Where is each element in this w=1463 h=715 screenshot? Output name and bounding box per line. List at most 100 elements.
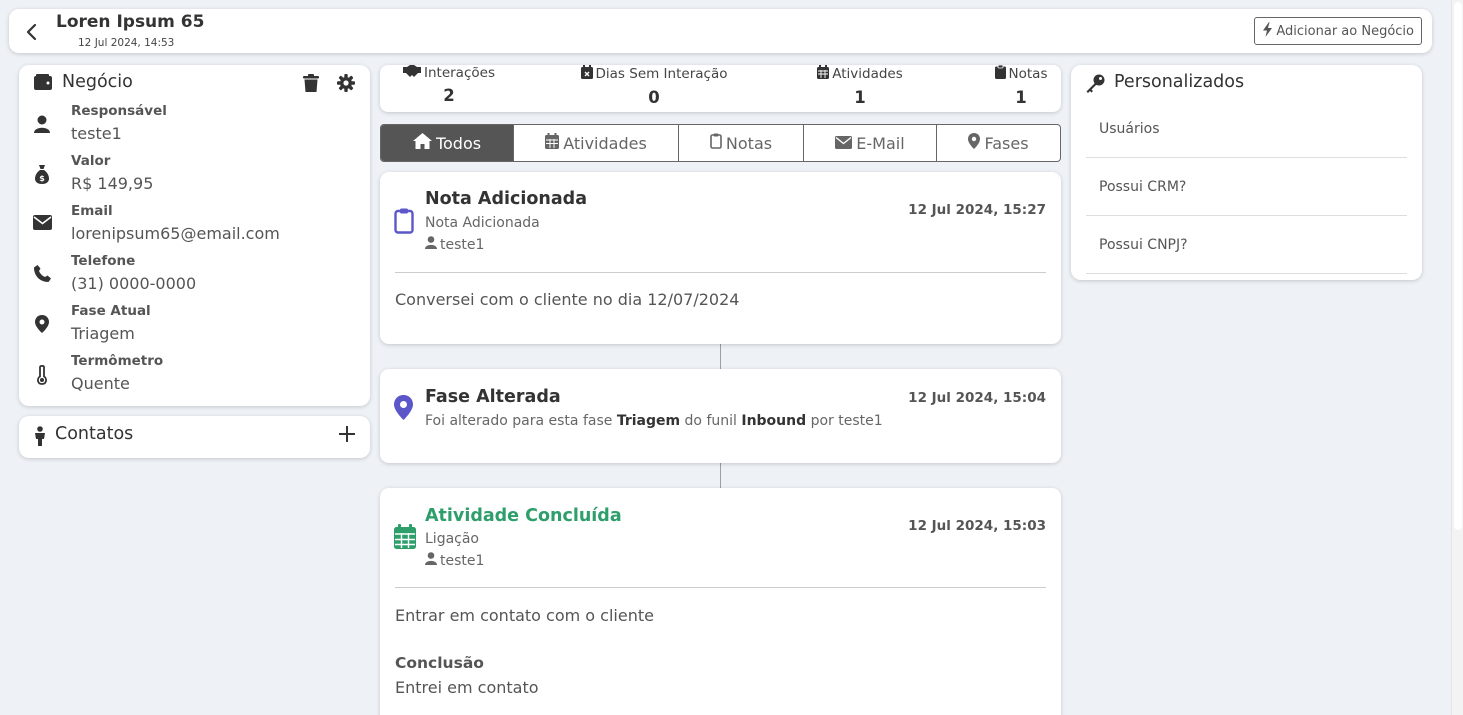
phone-icon — [31, 265, 53, 282]
custom-field-row[interactable]: Possui CNPJ? — [1086, 216, 1407, 274]
stat-notas: Notas 1 — [986, 64, 1056, 107]
tab-email[interactable]: E-Mail — [804, 125, 937, 161]
stat-value: 2 — [443, 86, 455, 105]
money-bag-icon: $ — [31, 165, 53, 184]
timeline-item-body: Entrar em contato com o cliente — [395, 606, 654, 625]
stat-atividades: Atividades 1 — [810, 65, 910, 107]
field-value: Quente — [71, 374, 130, 393]
user-icon — [31, 115, 53, 133]
custom-field-label: Possui CRM? — [1099, 179, 1187, 195]
timeline-item-phase-change: Fase Alterada Foi alterado para esta fas… — [380, 369, 1061, 463]
timeline-item-user: teste1 — [425, 236, 484, 253]
tab-label: Todos — [435, 133, 482, 153]
stat-value: 1 — [854, 88, 866, 107]
timeline-item-title: Nota Adicionada — [425, 189, 588, 209]
tab-notas[interactable]: Notas — [679, 125, 804, 161]
tab-label: Fases — [984, 133, 1029, 153]
custom-fields-card: Personalizados Usuários Possui CRM? Poss… — [1071, 65, 1422, 280]
field-label: Responsável — [71, 103, 167, 119]
key-icon — [1086, 74, 1105, 97]
timeline-item-activity: Atividade Concluída Ligação teste1 12 Ju… — [380, 488, 1061, 715]
divider — [395, 587, 1046, 588]
scrollbar-thumb[interactable] — [1454, 2, 1462, 530]
user-name: teste1 — [440, 236, 485, 253]
field-label: Termômetro — [71, 353, 164, 369]
tab-atividades[interactable]: Atividades — [514, 125, 679, 161]
field-fase-atual: Fase Atual Triagem — [31, 303, 361, 351]
contacts-card[interactable]: Contatos — [19, 416, 370, 458]
add-to-deal-label: Adicionar ao Negócio — [1276, 23, 1414, 39]
page-subtitle-date: 12 Jul 2024, 14:53 — [78, 37, 175, 49]
svg-text:$: $ — [39, 174, 45, 183]
thermometer-icon — [31, 365, 53, 385]
calendar-icon — [394, 524, 416, 553]
timeline-item-description: Foi alterado para esta fase Triagem do f… — [425, 413, 883, 429]
conclusion-label: Conclusão — [395, 654, 484, 672]
custom-field-row[interactable]: Possui CRM? — [1086, 158, 1407, 216]
stats-bar: Interações 2 Dias Sem Interação 0 Ativid… — [380, 64, 1061, 112]
desc-text: por teste1 — [810, 413, 883, 429]
stat-value: 1 — [1015, 88, 1027, 107]
contacts-title: Contatos — [55, 424, 134, 444]
calendar-icon — [545, 133, 560, 153]
deal-card-title: Negócio — [62, 72, 133, 92]
back-arrow-icon[interactable] — [21, 21, 43, 43]
page-header: Loren Ipsum 65 12 Jul 2024, 14:53 Adicio… — [9, 9, 1432, 53]
phase-name: Triagem — [616, 413, 681, 429]
field-responsavel: Responsável teste1 — [31, 103, 361, 151]
timeline-item-subtitle: Nota Adicionada — [425, 215, 540, 231]
desc-text: Foi alterado para esta fase — [425, 413, 613, 429]
handshake-icon — [403, 65, 421, 81]
custom-field-label: Usuários — [1099, 121, 1160, 137]
stat-label: Atividades — [832, 66, 903, 82]
plus-icon[interactable] — [338, 425, 356, 447]
funnel-name: Inbound — [741, 413, 807, 429]
clipboard-icon — [994, 64, 1006, 83]
field-value: R$ 149,95 — [71, 174, 154, 193]
timeline-item-title: Fase Alterada — [425, 387, 561, 407]
custom-fields-title: Personalizados — [1114, 72, 1245, 92]
calendar-icon — [817, 65, 830, 83]
timeline-filter-tabs: Todos Atividades Notas E-Mail Fases — [380, 124, 1061, 162]
stat-interacoes: Interações 2 — [394, 65, 504, 105]
field-label: Valor — [71, 153, 111, 169]
timeline-connector — [720, 463, 721, 488]
field-value: lorenipsum65@email.com — [71, 224, 280, 243]
tab-label: E-Mail — [856, 133, 905, 153]
timeline-item-user: teste1 — [425, 552, 484, 569]
stat-dias-sem-interacao: Dias Sem Interação 0 — [573, 65, 735, 107]
tab-label: Atividades — [563, 133, 647, 153]
desc-text: do funil — [684, 413, 737, 429]
timeline-item-subtitle: Ligação — [425, 531, 479, 547]
tab-todos[interactable]: Todos — [381, 125, 514, 161]
add-to-deal-button[interactable]: Adicionar ao Negócio — [1254, 17, 1422, 45]
stat-label: Interações — [424, 65, 495, 81]
field-email: Email lorenipsum65@email.com — [31, 203, 361, 251]
map-pin-icon — [968, 133, 981, 153]
field-valor: $ Valor R$ 149,95 — [31, 153, 361, 201]
gear-icon[interactable] — [337, 74, 355, 96]
field-label: Fase Atual — [71, 303, 151, 319]
field-value: Triagem — [71, 324, 135, 343]
timeline-item-date: 12 Jul 2024, 15:04 — [908, 390, 1046, 406]
trash-icon[interactable] — [303, 74, 319, 96]
deal-card: Negócio Responsável teste1 $ Valor R$ 14… — [19, 65, 370, 406]
home-icon — [412, 133, 432, 153]
tab-label: Notas — [725, 133, 773, 153]
timeline-item-title: Atividade Concluída — [425, 506, 622, 526]
calendar-x-icon — [580, 65, 593, 83]
tab-fases[interactable]: Fases — [937, 125, 1060, 161]
field-value: teste1 — [71, 124, 122, 143]
page-scrollbar[interactable] — [1451, 0, 1463, 715]
timeline-item-note: Nota Adicionada Nota Adicionada teste1 1… — [380, 172, 1061, 344]
custom-field-row[interactable]: Usuários — [1086, 100, 1407, 158]
envelope-icon — [31, 215, 53, 230]
divider — [395, 272, 1046, 273]
stat-label: Dias Sem Interação — [595, 66, 728, 82]
user-icon — [425, 552, 437, 569]
timeline-connector — [720, 344, 721, 369]
stat-label: Notas — [1008, 66, 1048, 82]
user-name: teste1 — [440, 552, 485, 569]
field-label: Telefone — [71, 253, 136, 269]
clipboard-icon — [394, 208, 414, 238]
